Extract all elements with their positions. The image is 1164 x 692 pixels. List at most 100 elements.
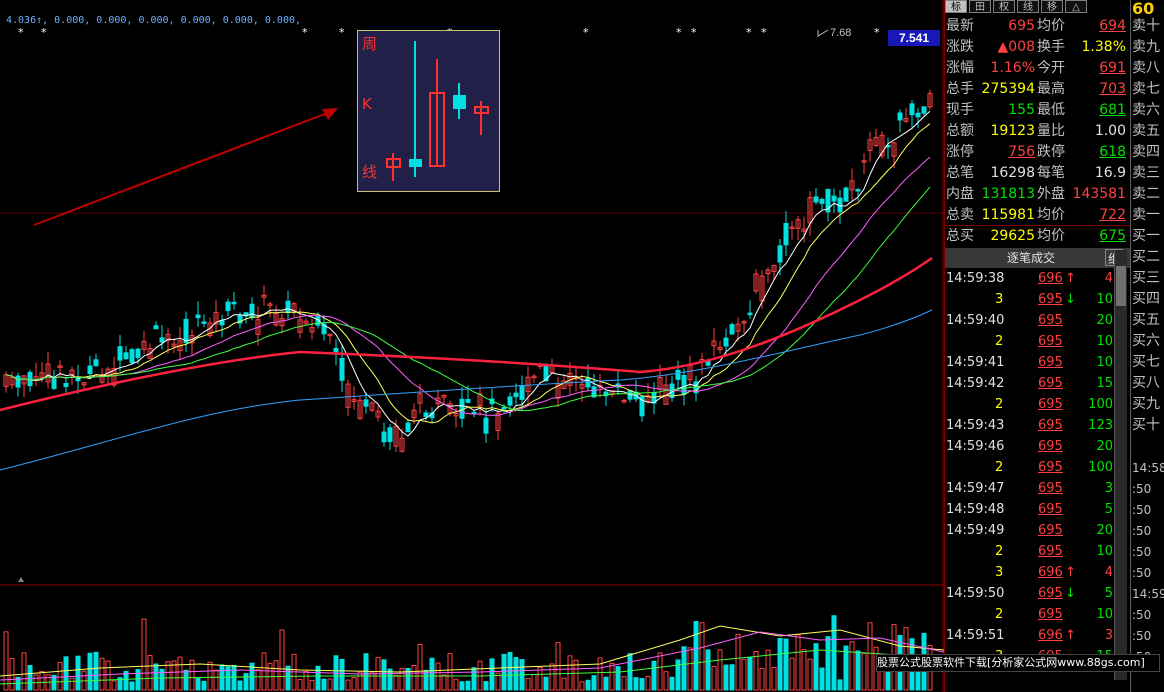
tick-time: 2 — [995, 544, 1004, 559]
tick-row[interactable]: 2 695 10 — [945, 604, 1131, 625]
quote-value: 722 — [1099, 207, 1126, 223]
quote-label: 总额 — [946, 123, 974, 139]
volume-bar — [135, 669, 141, 691]
tick-time: 14:59:49 — [946, 523, 1005, 538]
quote-value: 681 — [1099, 102, 1126, 118]
marker-icon: * — [339, 26, 345, 39]
tick-row[interactable]: 14:59:38 696 ↑ 4 — [945, 268, 1131, 289]
tick-row[interactable]: 14:59:43 695 123 — [945, 415, 1131, 436]
volume-bar — [531, 673, 537, 691]
volume-bar — [213, 669, 219, 691]
quote-label: 今开 — [1037, 60, 1065, 76]
tick-row[interactable]: 14:59:51 696 ↑ 3 — [945, 625, 1131, 646]
volume-bar — [357, 671, 363, 691]
quote-label: 最新 — [946, 18, 974, 34]
volume-bar — [27, 664, 33, 691]
volume-bar — [747, 656, 753, 691]
quote-value: 143581 — [1072, 186, 1126, 202]
volume-bar — [483, 681, 489, 691]
tick-volume: 10 — [1096, 355, 1113, 370]
tick-price: 695 — [1038, 334, 1063, 349]
tick-price: 695 — [1038, 586, 1063, 601]
quote-label: 外盘 — [1037, 186, 1065, 202]
volume-bar — [453, 678, 459, 691]
volume-bar — [177, 656, 183, 691]
tick-row[interactable]: 14:59:47 695 3 — [945, 478, 1131, 499]
quote-label: 现手 — [946, 102, 974, 118]
candle-body — [195, 314, 201, 319]
tick-row[interactable]: 14:59:42 695 15 — [945, 373, 1131, 394]
volume-bar — [465, 680, 471, 691]
tab-3[interactable]: 线 — [1017, 0, 1039, 13]
tab-5[interactable]: △ — [1065, 0, 1087, 13]
volume-bar — [867, 622, 873, 691]
tab-2[interactable]: 权 — [993, 0, 1015, 13]
quote-label: 涨幅 — [946, 60, 974, 76]
tick-row[interactable]: 3 695 ↓ 10 — [945, 289, 1131, 310]
tick-volume: 100 — [1088, 460, 1113, 475]
quote-value: 115981 — [981, 207, 1035, 223]
tick-time: 14:59:38 — [946, 271, 1005, 286]
volume-bar — [351, 677, 357, 691]
tick-time: 14:59:47 — [946, 481, 1005, 496]
volume-bar — [441, 674, 447, 691]
side-time: :50 — [1132, 629, 1152, 643]
ticks-header: 逐笔成交 细 — [945, 248, 1131, 268]
tick-volume: 10 — [1096, 292, 1113, 307]
tab-0[interactable]: 标 — [945, 0, 967, 13]
volume-bar — [435, 662, 441, 691]
quote-value: 29625 — [990, 228, 1035, 244]
order-level: 买九 — [1132, 396, 1160, 412]
order-level: 买三 — [1132, 270, 1160, 286]
volume-bar — [279, 629, 285, 691]
quote-row: 涨幅 1.16% 今开 691 — [945, 58, 1131, 79]
candle-body — [585, 377, 591, 388]
volume-bar — [807, 658, 813, 691]
candle-body — [423, 412, 429, 417]
tick-row[interactable]: 14:59:48 695 5 — [945, 499, 1131, 520]
tick-row[interactable]: 14:59:50 695 ↓ 5 — [945, 583, 1131, 604]
tick-row[interactable]: 3 696 ↑ 4 — [945, 562, 1131, 583]
tick-row[interactable]: 2 695 100 — [945, 457, 1131, 478]
marker-icon: * — [874, 26, 880, 39]
order-level: 卖一 — [1132, 207, 1160, 223]
order-level: 买八 — [1132, 375, 1160, 391]
volume-bar — [459, 681, 465, 691]
tick-row[interactable]: 2 695 100 — [945, 394, 1131, 415]
tab-1[interactable]: 田 — [969, 0, 991, 13]
volume-bar — [75, 655, 81, 691]
tick-row[interactable]: 2 695 10 — [945, 331, 1131, 352]
volume-bar — [39, 670, 45, 691]
tick-volume: 100 — [1088, 397, 1113, 412]
candle-body — [135, 348, 141, 358]
volume-bar — [753, 651, 759, 691]
volume-bar — [861, 652, 867, 691]
tab-4[interactable]: 移 — [1041, 0, 1063, 13]
tick-time: 14:59:40 — [946, 313, 1005, 328]
tick-row[interactable]: 14:59:41 695 10 — [945, 352, 1131, 373]
tick-scrollbar[interactable] — [1114, 250, 1127, 680]
volume-bar — [63, 656, 69, 691]
volume-bar — [651, 660, 657, 691]
volume-bar — [801, 649, 807, 691]
candle-body — [201, 321, 207, 324]
quote-row: 最新 695 均价 694 — [945, 16, 1131, 37]
volume-bar — [261, 652, 267, 691]
quote-value: 691 — [1099, 60, 1126, 76]
kline-chart-area[interactable]: *********** 4.036↑, 0.000, 0.000, 0.000,… — [0, 0, 944, 692]
quote-value: 1.16% — [990, 60, 1035, 76]
quote-label: 最低 — [1037, 102, 1065, 118]
weekly-kline-legend: 周 K 线 — [357, 30, 500, 192]
scroll-thumb[interactable] — [1116, 266, 1126, 306]
indicator-readout: 4.036↑, 0.000, 0.000, 0.000, 0.000, 0.00… — [6, 15, 302, 26]
tick-price: 695 — [1038, 313, 1063, 328]
tick-row[interactable]: 2 695 10 — [945, 541, 1131, 562]
tick-price: 695 — [1038, 502, 1063, 517]
quote-value: 1.38% — [1081, 39, 1126, 55]
tick-row[interactable]: 14:59:46 695 20 — [945, 436, 1131, 457]
tick-row[interactable]: 14:59:40 695 20 — [945, 310, 1131, 331]
volume-bar — [795, 634, 801, 691]
tick-row[interactable]: 14:59:49 695 20 — [945, 520, 1131, 541]
quote-value: 16298 — [990, 165, 1035, 181]
candle-body — [63, 382, 69, 387]
